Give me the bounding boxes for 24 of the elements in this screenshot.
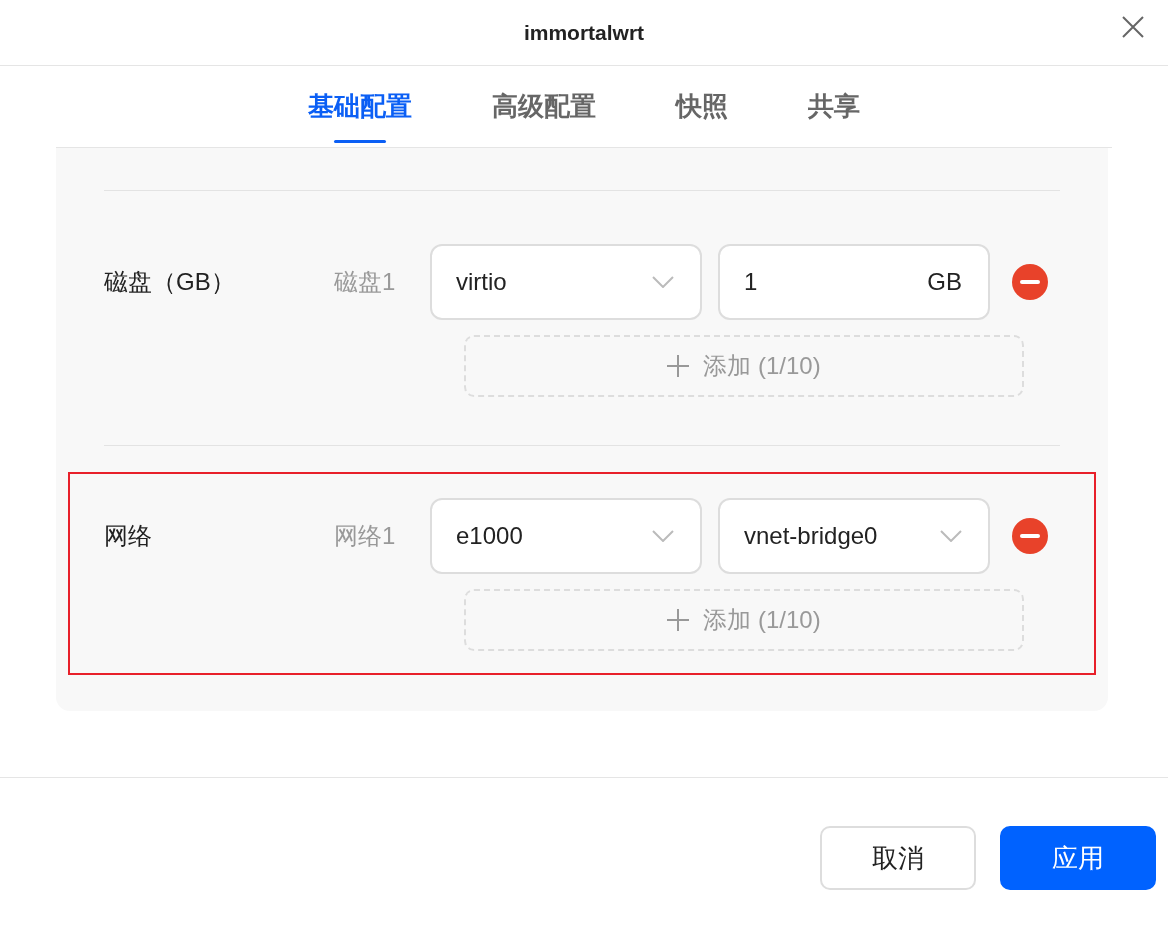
- dropdown[interactable]: e1000: [430, 498, 702, 574]
- chevron-down-icon: [652, 530, 674, 542]
- tab[interactable]: 快照: [676, 66, 728, 147]
- apply-button[interactable]: 应用: [1000, 826, 1156, 890]
- tab[interactable]: 基础配置: [308, 66, 412, 147]
- tab[interactable]: 共享: [808, 66, 860, 147]
- section-label: 网络: [104, 521, 153, 551]
- remove-button[interactable]: [1012, 518, 1048, 554]
- window-title: immortalwrt: [523, 19, 645, 46]
- unit-label: GB: [927, 267, 962, 297]
- section-label: 磁盘（GB）: [104, 267, 236, 297]
- item-label: 磁盘1: [334, 267, 397, 297]
- dropdown[interactable]: virtio: [430, 244, 702, 320]
- remove-button[interactable]: [1012, 264, 1048, 300]
- tab[interactable]: 高级配置: [492, 66, 596, 147]
- item-label: 网络1: [334, 521, 397, 551]
- input-field[interactable]: 1 GB: [718, 244, 990, 320]
- cancel-button[interactable]: 取消: [820, 826, 976, 890]
- dropdown[interactable]: vnet-bridge0: [718, 498, 990, 574]
- close-icon[interactable]: [1120, 14, 1146, 40]
- chevron-down-icon: [652, 276, 674, 288]
- plus-icon: [667, 609, 690, 631]
- plus-icon: [667, 355, 690, 377]
- chevron-down-icon: [940, 530, 962, 542]
